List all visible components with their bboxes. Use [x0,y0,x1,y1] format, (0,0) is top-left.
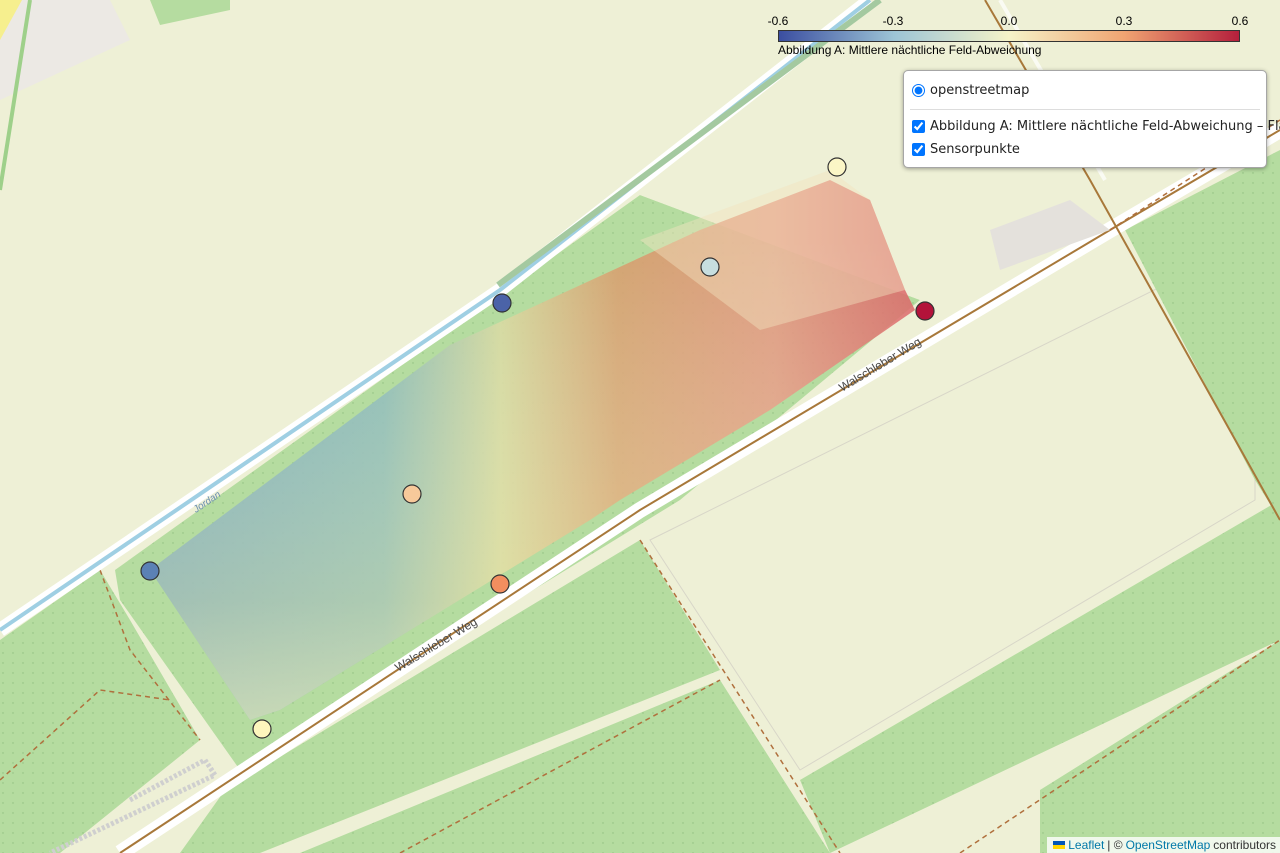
overlay-checkbox[interactable] [912,120,925,133]
colorbar-tick: 0.3 [1115,14,1133,28]
sensor-point[interactable] [700,257,720,277]
ukraine-flag-icon [1053,841,1066,849]
colorbar-tick: -0.6 [767,14,789,28]
sensor-point[interactable] [827,157,847,177]
overlay-label: Abbildung A: Mittlere nächtliche Feld-Ab… [930,119,1280,134]
sensor-point[interactable] [915,301,935,321]
colorbar-tick: 0.0 [1000,14,1018,28]
base-layer-label: openstreetmap [930,83,1030,98]
sensor-point[interactable] [490,574,510,594]
base-layer-radio[interactable] [912,84,925,97]
sensor-point[interactable] [140,561,160,581]
overlay-sensor-points[interactable]: Sensorpunkte [912,142,1020,157]
colorbar-caption: Abbildung A: Mittlere nächtliche Feld-Ab… [778,43,1042,57]
overlay-checkbox[interactable] [912,143,925,156]
layer-separator [910,109,1260,110]
colorbar-tick: -0.3 [882,14,904,28]
colorbar-legend: -0.6 -0.3 0.0 0.3 0.6 Abbildung A: Mittl… [767,14,1250,60]
overlay-label: Sensorpunkte [930,142,1020,157]
layer-control[interactable]: openstreetmap Abbildung A: Mittlere näch… [903,70,1280,168]
osm-link[interactable]: OpenStreetMap [1126,838,1211,852]
layer-base-openstreetmap[interactable]: openstreetmap [912,83,1029,98]
leaflet-link[interactable]: Leaflet [1068,838,1104,852]
colorbar-gradient [778,30,1240,42]
attribution: Leaflet | © OpenStreetMap contributors [1047,837,1280,853]
attribution-separator: | © [1107,838,1123,852]
overlay-field-deviation[interactable]: Abbildung A: Mittlere nächtliche Feld-Ab… [912,119,1280,134]
sensor-point[interactable] [402,484,422,504]
sensor-point[interactable] [492,293,512,313]
attribution-contributors: contributors [1213,838,1276,852]
colorbar-tick: 0.6 [1231,14,1249,28]
sensor-point[interactable] [252,719,272,739]
